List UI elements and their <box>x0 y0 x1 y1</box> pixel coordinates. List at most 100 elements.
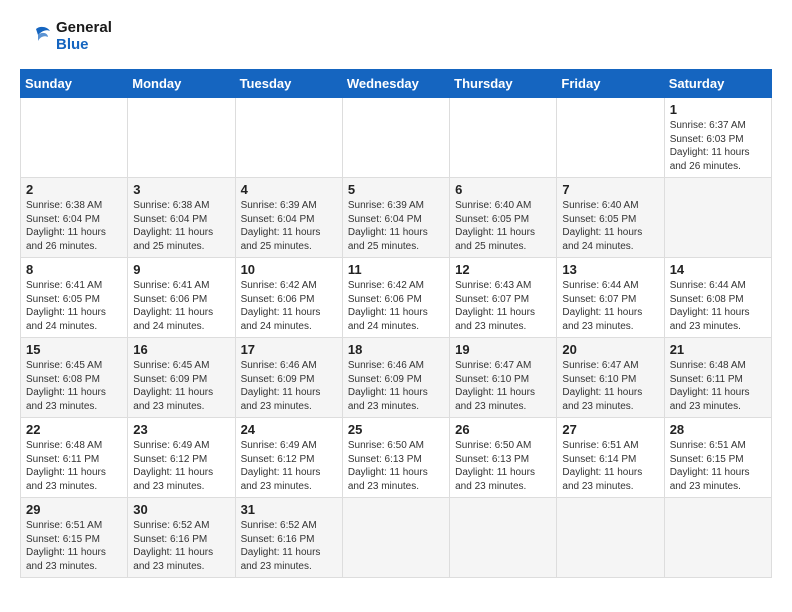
cell-sun-info: Sunrise: 6:48 AMSunset: 6:11 PMDaylight:… <box>26 439 122 493</box>
calendar-cell: 22Sunrise: 6:48 AMSunset: 6:11 PMDayligh… <box>21 418 128 498</box>
logo-bird-icon <box>20 21 52 53</box>
calendar-cell: 14Sunrise: 6:44 AMSunset: 6:08 PMDayligh… <box>664 258 771 338</box>
cell-sun-info: Sunrise: 6:47 AMSunset: 6:10 PMDaylight:… <box>455 359 551 413</box>
calendar-cell <box>450 498 557 578</box>
cell-sun-info: Sunrise: 6:42 AMSunset: 6:06 PMDaylight:… <box>348 279 444 333</box>
cell-sun-info: Sunrise: 6:46 AMSunset: 6:09 PMDaylight:… <box>348 359 444 413</box>
calendar-cell: 21 Sunrise: 6:48 AMSunset: 6:11 PMDayligh… <box>664 338 771 418</box>
calendar-week-row: 29Sunrise: 6:51 AMSunset: 6:15 PMDayligh… <box>21 498 772 578</box>
calendar-day-header: Sunday <box>21 70 128 98</box>
cell-sun-info: Sunrise: 6:43 AMSunset: 6:07 PMDaylight:… <box>455 279 551 333</box>
day-number: 4 <box>241 182 337 197</box>
calendar-week-row: 22Sunrise: 6:48 AMSunset: 6:11 PMDayligh… <box>21 418 772 498</box>
calendar-day-header: Saturday <box>664 70 771 98</box>
cell-sun-info: Sunrise: 6:44 AMSunset: 6:07 PMDaylight:… <box>562 279 658 333</box>
day-number: 8 <box>26 262 122 277</box>
calendar-cell: 7 Sunrise: 6:40 AMSunset: 6:05 PMDaylight… <box>557 178 664 258</box>
cell-sun-info: Sunrise: 6:51 AMSunset: 6:15 PMDaylight:… <box>670 439 766 493</box>
cell-sun-info: Sunrise: 6:49 AMSunset: 6:12 PMDaylight:… <box>133 439 229 493</box>
day-number: 21 <box>670 342 766 357</box>
calendar-cell: 23Sunrise: 6:49 AMSunset: 6:12 PMDayligh… <box>128 418 235 498</box>
day-number: 13 <box>562 262 658 277</box>
cell-sun-info: Sunrise: 6:52 AMSunset: 6:16 PMDaylight:… <box>133 519 229 573</box>
logo-general: General <box>56 20 112 37</box>
day-number: 26 <box>455 422 551 437</box>
cell-sun-info: Sunrise: 6:41 AMSunset: 6:06 PMDaylight:… <box>133 279 229 333</box>
calendar-cell: 25 Sunrise: 6:50 AMSunset: 6:13 PMDayligh… <box>342 418 449 498</box>
calendar-cell <box>21 98 128 178</box>
calendar-day-header: Friday <box>557 70 664 98</box>
calendar-cell: 15 Sunrise: 6:45 AMSunset: 6:08 PMDayligh… <box>21 338 128 418</box>
cell-sun-info: Sunrise: 6:48 AMSunset: 6:11 PMDaylight:… <box>670 359 766 413</box>
calendar-cell <box>450 98 557 178</box>
calendar-day-header: Tuesday <box>235 70 342 98</box>
calendar-cell: 31 Sunrise: 6:52 AMSunset: 6:16 PMDayligh… <box>235 498 342 578</box>
calendar-cell: 16Sunrise: 6:45 AMSunset: 6:09 PMDayligh… <box>128 338 235 418</box>
day-number: 25 <box>348 422 444 437</box>
cell-sun-info: Sunrise: 6:41 AMSunset: 6:05 PMDaylight:… <box>26 279 122 333</box>
calendar-cell: 9 Sunrise: 6:41 AMSunset: 6:06 PMDaylight… <box>128 258 235 338</box>
cell-sun-info: Sunrise: 6:39 AMSunset: 6:04 PMDaylight:… <box>241 199 337 253</box>
cell-sun-info: Sunrise: 6:50 AMSunset: 6:13 PMDaylight:… <box>348 439 444 493</box>
cell-sun-info: Sunrise: 6:38 AMSunset: 6:04 PMDaylight:… <box>26 199 122 253</box>
calendar-cell <box>664 178 771 258</box>
cell-sun-info: Sunrise: 6:49 AMSunset: 6:12 PMDaylight:… <box>241 439 337 493</box>
calendar-cell: 13 Sunrise: 6:44 AMSunset: 6:07 PMDayligh… <box>557 258 664 338</box>
day-number: 19 <box>455 342 551 357</box>
cell-sun-info: Sunrise: 6:42 AMSunset: 6:06 PMDaylight:… <box>241 279 337 333</box>
day-number: 24 <box>241 422 337 437</box>
day-number: 9 <box>133 262 229 277</box>
calendar-day-header: Thursday <box>450 70 557 98</box>
day-number: 16 <box>133 342 229 357</box>
day-number: 7 <box>562 182 658 197</box>
day-number: 28 <box>670 422 766 437</box>
day-number: 17 <box>241 342 337 357</box>
calendar-cell: 20Sunrise: 6:47 AMSunset: 6:10 PMDayligh… <box>557 338 664 418</box>
cell-sun-info: Sunrise: 6:50 AMSunset: 6:13 PMDaylight:… <box>455 439 551 493</box>
calendar-week-row: 8 Sunrise: 6:41 AMSunset: 6:05 PMDaylight… <box>21 258 772 338</box>
day-number: 2 <box>26 182 122 197</box>
calendar-cell <box>664 498 771 578</box>
calendar-cell: 2 Sunrise: 6:38 AMSunset: 6:04 PMDaylight… <box>21 178 128 258</box>
cell-sun-info: Sunrise: 6:45 AMSunset: 6:08 PMDaylight:… <box>26 359 122 413</box>
calendar-cell: 4 Sunrise: 6:39 AMSunset: 6:04 PMDaylight… <box>235 178 342 258</box>
cell-sun-info: Sunrise: 6:52 AMSunset: 6:16 PMDaylight:… <box>241 519 337 573</box>
cell-sun-info: Sunrise: 6:51 AMSunset: 6:14 PMDaylight:… <box>562 439 658 493</box>
calendar-cell: 24 Sunrise: 6:49 AMSunset: 6:12 PMDayligh… <box>235 418 342 498</box>
day-number: 14 <box>670 262 766 277</box>
day-number: 31 <box>241 502 337 517</box>
cell-sun-info: Sunrise: 6:40 AMSunset: 6:05 PMDaylight:… <box>455 199 551 253</box>
cell-sun-info: Sunrise: 6:47 AMSunset: 6:10 PMDaylight:… <box>562 359 658 413</box>
cell-sun-info: Sunrise: 6:40 AMSunset: 6:05 PMDaylight:… <box>562 199 658 253</box>
day-number: 1 <box>670 102 766 117</box>
calendar-cell: 3 Sunrise: 6:38 AMSunset: 6:04 PMDaylight… <box>128 178 235 258</box>
calendar-week-row: 2 Sunrise: 6:38 AMSunset: 6:04 PMDaylight… <box>21 178 772 258</box>
calendar-cell: 29Sunrise: 6:51 AMSunset: 6:15 PMDayligh… <box>21 498 128 578</box>
day-number: 15 <box>26 342 122 357</box>
cell-sun-info: Sunrise: 6:38 AMSunset: 6:04 PMDaylight:… <box>133 199 229 253</box>
day-number: 6 <box>455 182 551 197</box>
calendar-cell <box>235 98 342 178</box>
calendar-cell: 17Sunrise: 6:46 AMSunset: 6:09 PMDayligh… <box>235 338 342 418</box>
calendar-cell <box>342 498 449 578</box>
calendar-cell: 19 Sunrise: 6:47 AMSunset: 6:10 PMDayligh… <box>450 338 557 418</box>
calendar-cell: 18Sunrise: 6:46 AMSunset: 6:09 PMDayligh… <box>342 338 449 418</box>
calendar-cell <box>557 98 664 178</box>
calendar-cell: 26 Sunrise: 6:50 AMSunset: 6:13 PMDayligh… <box>450 418 557 498</box>
logo: General Blue <box>20 20 112 53</box>
day-number: 27 <box>562 422 658 437</box>
day-number: 3 <box>133 182 229 197</box>
calendar-cell: 10Sunrise: 6:42 AMSunset: 6:06 PMDayligh… <box>235 258 342 338</box>
calendar-body: 1Sunrise: 6:37 AMSunset: 6:03 PMDaylight… <box>21 98 772 578</box>
calendar-cell: 28 Sunrise: 6:51 AMSunset: 6:15 PMDayligh… <box>664 418 771 498</box>
calendar-cell: 30Sunrise: 6:52 AMSunset: 6:16 PMDayligh… <box>128 498 235 578</box>
calendar-cell <box>342 98 449 178</box>
calendar-day-header: Monday <box>128 70 235 98</box>
calendar-cell: 6 Sunrise: 6:40 AMSunset: 6:05 PMDaylight… <box>450 178 557 258</box>
calendar-table: SundayMondayTuesdayWednesdayThursdayFrid… <box>20 69 772 578</box>
logo-blue: Blue <box>56 37 112 54</box>
cell-sun-info: Sunrise: 6:39 AMSunset: 6:04 PMDaylight:… <box>348 199 444 253</box>
calendar-week-row: 15 Sunrise: 6:45 AMSunset: 6:08 PMDayligh… <box>21 338 772 418</box>
calendar-day-header: Wednesday <box>342 70 449 98</box>
calendar-cell: 1Sunrise: 6:37 AMSunset: 6:03 PMDaylight… <box>664 98 771 178</box>
